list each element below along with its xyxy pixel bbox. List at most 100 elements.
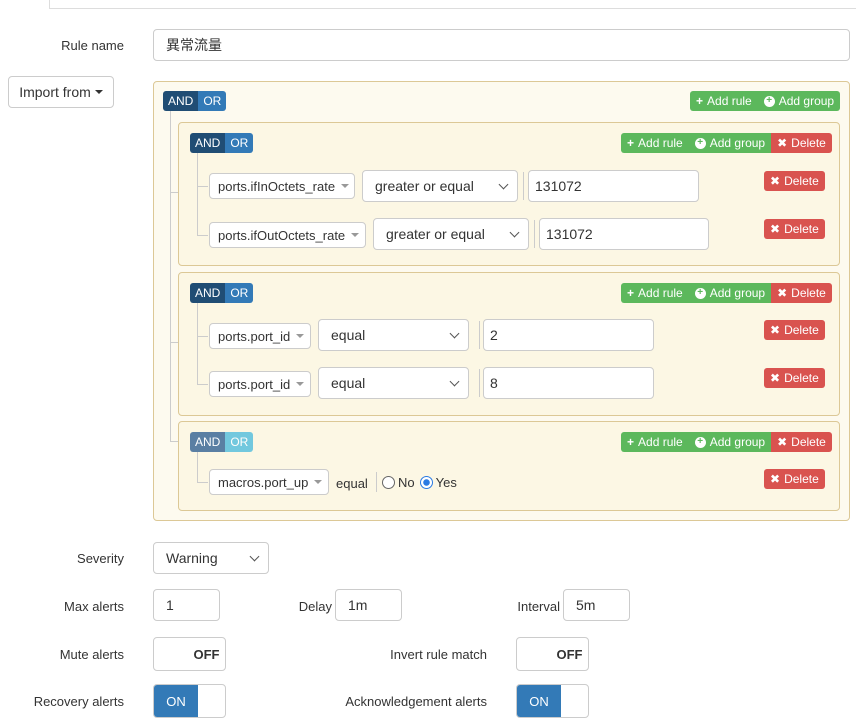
delete-label: Delete <box>791 136 826 150</box>
rule-value-input[interactable]: 2 <box>483 319 654 351</box>
toggle-state: ON <box>154 685 198 717</box>
divider <box>479 369 480 397</box>
group-2-and-or-toggle[interactable]: AND OR <box>190 283 254 303</box>
acknowledgement-alerts-toggle[interactable]: ON <box>516 684 589 718</box>
root-and-or-toggle[interactable]: AND OR <box>163 91 227 111</box>
import-from-label: Import from <box>19 84 91 100</box>
chevron-down-icon <box>449 376 460 387</box>
max-alerts-input[interactable]: 1 <box>153 589 220 621</box>
plus-circle-icon: + <box>694 137 706 149</box>
rule-field-select[interactable]: ports.port_id <box>209 323 311 349</box>
and-button[interactable]: AND <box>190 432 226 452</box>
delete-label: Delete <box>791 286 826 300</box>
rule-operator-select[interactable]: equal <box>318 367 469 399</box>
radio-no[interactable] <box>382 476 395 489</box>
add-rule-label: Add rule <box>707 94 752 108</box>
yes-no-radio-group: No Yes <box>382 475 457 490</box>
acknowledgement-alerts-label: Acknowledgement alerts <box>345 694 487 709</box>
or-button[interactable]: OR <box>198 91 227 111</box>
rule-field-select[interactable]: macros.port_up <box>209 469 329 495</box>
caret-down-icon <box>94 90 103 94</box>
and-button[interactable]: AND <box>190 133 226 153</box>
rule-operator-text: equal <box>336 476 368 491</box>
add-group-button[interactable]: + Add group <box>757 91 841 111</box>
group-1-and-or-toggle[interactable]: AND OR <box>190 133 254 153</box>
delete-rule-button[interactable]: ✖ Delete <box>764 219 825 239</box>
group-3-actions: + Add rule + Add group ✖ Delete <box>621 432 832 452</box>
add-group-button[interactable]: + Add group <box>688 133 772 153</box>
rule-value-input[interactable]: 131072 <box>528 170 699 202</box>
rule-operator-select[interactable]: equal <box>318 319 469 351</box>
tree-connector <box>197 153 198 235</box>
severity-value: Warning <box>166 550 218 566</box>
times-icon: ✖ <box>770 174 781 188</box>
rule-operator-value: greater or equal <box>375 178 474 194</box>
delete-rule-button[interactable]: ✖ Delete <box>764 469 825 489</box>
add-rule-button[interactable]: + Add rule <box>621 133 689 153</box>
times-icon: ✖ <box>777 286 788 300</box>
plus-icon: + <box>696 94 704 108</box>
rule-operator-select[interactable]: greater or equal <box>362 170 518 202</box>
mute-alerts-label: Mute alerts <box>59 647 124 662</box>
or-button[interactable]: OR <box>225 283 254 303</box>
radio-yes[interactable] <box>419 476 433 489</box>
add-rule-label: Add rule <box>638 435 683 449</box>
and-button[interactable]: AND <box>190 283 226 303</box>
delete-group-button[interactable]: ✖ Delete <box>771 133 832 153</box>
plus-circle-icon: + <box>694 287 706 299</box>
rule-field-value: ports.port_id <box>218 376 291 392</box>
rule-field-select[interactable]: ports.port_id <box>209 371 311 397</box>
add-group-label: Add group <box>709 136 766 150</box>
severity-select[interactable]: Warning <box>153 542 269 574</box>
group-3-and-or-toggle[interactable]: AND OR <box>190 432 254 452</box>
divider <box>534 220 535 248</box>
rule-field-select[interactable]: ports.ifOutOctets_rate <box>209 222 366 248</box>
delete-group-button[interactable]: ✖ Delete <box>771 283 832 303</box>
divider <box>376 472 377 492</box>
rule-value-input[interactable]: 131072 <box>539 218 709 250</box>
times-icon: ✖ <box>770 222 781 236</box>
add-rule-button[interactable]: + Add rule <box>621 283 689 303</box>
and-button[interactable]: AND <box>163 91 199 111</box>
invert-rule-match-toggle[interactable]: OFF <box>516 637 589 671</box>
add-rule-button[interactable]: + Add rule <box>621 432 689 452</box>
recovery-alerts-toggle[interactable]: ON <box>153 684 226 718</box>
delay-input[interactable]: 1m <box>335 589 402 621</box>
rule-field-value: ports.ifInOctets_rate <box>218 178 336 194</box>
rule-value-input[interactable]: 8 <box>483 367 654 399</box>
rule-operator-select[interactable]: greater or equal <box>373 218 529 250</box>
tree-connector <box>197 235 208 236</box>
interval-input[interactable]: 5m <box>563 589 630 621</box>
delete-label: Delete <box>784 371 819 385</box>
add-rule-button[interactable]: + Add rule <box>690 91 758 111</box>
rule-name-input[interactable]: 異常流量 <box>153 29 850 61</box>
invert-rule-match-label: Invert rule match <box>390 647 487 662</box>
delete-label: Delete <box>784 222 819 236</box>
or-button[interactable]: OR <box>225 432 254 452</box>
rule-operator-value: greater or equal <box>386 226 485 242</box>
radio-yes-label: Yes <box>435 475 457 490</box>
chevron-down-icon <box>509 227 520 238</box>
delete-rule-button[interactable]: ✖ Delete <box>764 320 825 340</box>
add-group-label: Add group <box>709 435 766 449</box>
add-group-button[interactable]: + Add group <box>688 283 772 303</box>
add-rule-label: Add rule <box>638 136 683 150</box>
rule-field-select[interactable]: ports.ifInOctets_rate <box>209 173 355 199</box>
delete-rule-button[interactable]: ✖ Delete <box>764 368 825 388</box>
tab-strip <box>0 0 856 9</box>
tree-connector <box>170 111 171 442</box>
or-button[interactable]: OR <box>225 133 254 153</box>
import-from-button[interactable]: Import from <box>8 76 114 108</box>
add-group-button[interactable]: + Add group <box>688 432 772 452</box>
caret-down-icon <box>351 233 360 237</box>
mute-alerts-toggle[interactable]: OFF <box>153 637 226 671</box>
times-icon: ✖ <box>770 323 781 337</box>
delete-group-button[interactable]: ✖ Delete <box>771 432 832 452</box>
plus-icon: + <box>627 136 635 150</box>
rule-field-value: ports.port_id <box>218 328 291 344</box>
delay-label: Delay <box>298 599 332 614</box>
rule-operator-value: equal <box>331 327 366 343</box>
divider <box>523 172 524 200</box>
delete-rule-button[interactable]: ✖ Delete <box>764 171 825 191</box>
times-icon: ✖ <box>770 472 781 486</box>
